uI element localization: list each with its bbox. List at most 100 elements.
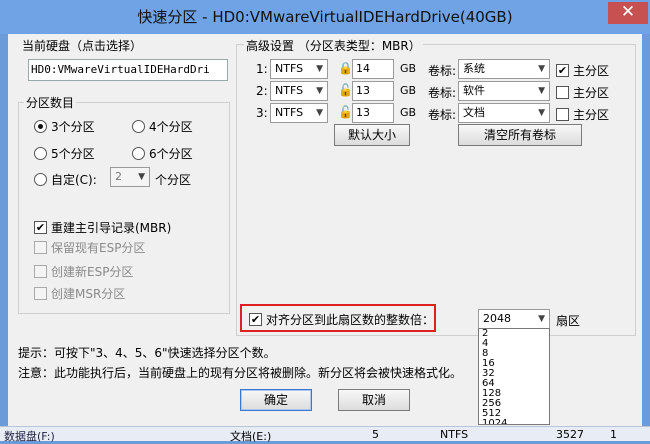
option-item[interactable]: 2 [479, 329, 549, 339]
option-item[interactable]: 1024 [479, 419, 549, 425]
volume-select-2[interactable]: 软件 ▼ [458, 81, 550, 101]
volume-label-caption: 卷标: [428, 108, 457, 122]
volume-select-1[interactable]: 系统 ▼ [458, 59, 550, 79]
size-field-2[interactable]: 13 [352, 81, 394, 101]
volume-label-caption: 卷标: [428, 86, 457, 100]
size-field-3[interactable]: 13 [352, 103, 394, 123]
keep-esp-checkbox: 保留现有ESP分区 [34, 239, 145, 256]
fs-select-2[interactable]: NTFS ▼ [270, 81, 328, 101]
ok-button[interactable]: 确定 [240, 389, 312, 411]
radio-button[interactable] [34, 147, 47, 160]
partition-count-label: 分区数目 [24, 94, 77, 111]
sector-unit: 扇区 [556, 314, 581, 328]
fs-select-3[interactable]: NTFS ▼ [270, 103, 328, 123]
size-unit: GB [400, 62, 417, 75]
volume-label-caption: 卷标: [428, 64, 457, 78]
disk-section-label: 当前硬盘（点击选择） [20, 37, 145, 54]
rebuild-mbr-checkbox[interactable]: ✔ 重建主引导记录(MBR) [34, 219, 171, 236]
row-text: 文档(E:) [230, 430, 272, 443]
size-unit: GB [400, 84, 417, 97]
select-value: 文档 [463, 106, 485, 119]
row-text: 3527 [556, 428, 584, 441]
checkbox-label: 创建MSR分区 [51, 287, 126, 301]
checkbox-box[interactable] [556, 108, 569, 121]
lock-icon[interactable]: 🔒 [338, 61, 353, 75]
row-text: 数据盘(F:) [4, 430, 55, 443]
radio-button[interactable] [34, 120, 47, 133]
select-value: NTFS [275, 106, 304, 119]
custom-suffix: 个分区 [155, 173, 192, 187]
unlock-icon[interactable]: 🔓 [338, 83, 353, 97]
current-disk-field[interactable]: HD0:VMwareVirtualIDEHardDri [28, 59, 228, 81]
chevron-down-icon: ▼ [138, 172, 145, 182]
checkbox-box [34, 287, 47, 300]
select-value: 系统 [463, 62, 485, 75]
checkbox-label: 对齐分区到此扇区数的整数倍： [266, 313, 435, 327]
window-title: 快速分区 - HD0:VMwareVirtualIDEHardDrive(40G… [137, 8, 513, 26]
sector-align-select[interactable]: 2048 ▼ [478, 309, 550, 329]
chevron-down-icon: ▼ [538, 86, 545, 96]
radio-6-partitions[interactable]: 6个分区 [132, 145, 193, 162]
sector-options-list[interactable]: 2 4 8 16 32 64 128 256 512 1024 [478, 328, 550, 425]
radio-button[interactable] [132, 147, 145, 160]
checkbox-box [34, 265, 47, 278]
radio-3-partitions[interactable]: 3个分区 [34, 118, 95, 135]
row-index: 1: [256, 62, 268, 76]
chevron-down-icon: ▼ [316, 108, 323, 118]
size-field-1[interactable]: 14 [352, 59, 394, 79]
checkbox-label: 主分区 [573, 64, 610, 78]
default-size-button[interactable]: 默认大小 [334, 124, 410, 146]
check-icon[interactable]: ✔ [556, 64, 569, 77]
radio-button[interactable] [34, 173, 47, 186]
radio-button[interactable] [132, 120, 145, 133]
chevron-down-icon: ▼ [316, 86, 323, 96]
primary-checkbox-3[interactable]: 主分区 [556, 106, 609, 123]
radio-4-partitions[interactable]: 4个分区 [132, 118, 193, 135]
checkbox-label: 主分区 [573, 108, 610, 122]
checkbox-label: 保留现有ESP分区 [51, 241, 146, 255]
radio-custom[interactable]: 自定(C): [34, 171, 97, 188]
chevron-down-icon: ▼ [538, 314, 545, 324]
row-index: 3: [256, 106, 268, 120]
radio-label: 5个分区 [51, 147, 95, 161]
fs-select-1[interactable]: NTFS ▼ [270, 59, 328, 79]
radio-label: 4个分区 [149, 120, 193, 134]
check-icon[interactable]: ✔ [249, 313, 262, 326]
select-value: 2048 [483, 312, 511, 325]
check-icon[interactable]: ✔ [34, 221, 47, 234]
row-index: 2: [256, 84, 268, 98]
row-text: 5 [372, 428, 379, 441]
select-value: 2 [115, 170, 122, 183]
primary-checkbox-1[interactable]: ✔ 主分区 [556, 62, 609, 79]
hint-text: 提示：可按下"3、4、5、6"快速选择分区个数。 [18, 346, 276, 360]
unlock-icon[interactable]: 🔓 [338, 105, 353, 119]
volume-select-3[interactable]: 文档 ▼ [458, 103, 550, 123]
chevron-down-icon: ▼ [538, 64, 545, 74]
option-item[interactable]: 4 [479, 339, 549, 349]
clear-labels-button[interactable]: 清空所有卷标 [458, 124, 582, 146]
new-esp-checkbox: 创建新ESP分区 [34, 263, 133, 280]
select-value: 软件 [463, 84, 485, 97]
cancel-button[interactable]: 取消 [338, 389, 410, 411]
checkbox-box[interactable] [556, 86, 569, 99]
advanced-settings-label: 高级设置 （分区表类型：MBR） [244, 37, 423, 54]
select-value: NTFS [275, 62, 304, 75]
row-text: 1 [610, 428, 617, 441]
select-value: NTFS [275, 84, 304, 97]
primary-checkbox-2[interactable]: 主分区 [556, 84, 609, 101]
custom-count-select[interactable]: 2 ▼ [110, 167, 150, 187]
radio-5-partitions[interactable]: 5个分区 [34, 145, 95, 162]
chevron-down-icon: ▼ [538, 108, 545, 118]
checkbox-box [34, 241, 47, 254]
close-button[interactable]: ✕ [608, 2, 648, 24]
background-partition-row: 数据盘(F:) 文档(E:) 5 NTFS 3527 1 [0, 426, 650, 443]
radio-label: 3个分区 [51, 120, 95, 134]
size-unit: GB [400, 106, 417, 119]
msr-checkbox: 创建MSR分区 [34, 285, 125, 302]
warning-text: 注意：此功能执行后，当前硬盘上的现有分区将被删除。新分区将会被快速格式化。 [18, 366, 463, 380]
align-checkbox[interactable]: ✔ 对齐分区到此扇区数的整数倍： [249, 311, 434, 328]
checkbox-label: 主分区 [573, 86, 610, 100]
radio-label: 自定(C): [51, 173, 97, 187]
chevron-down-icon: ▼ [316, 64, 323, 74]
dialog-body: 当前硬盘（点击选择） HD0:VMwareVirtualIDEHardDri 分… [8, 34, 642, 426]
